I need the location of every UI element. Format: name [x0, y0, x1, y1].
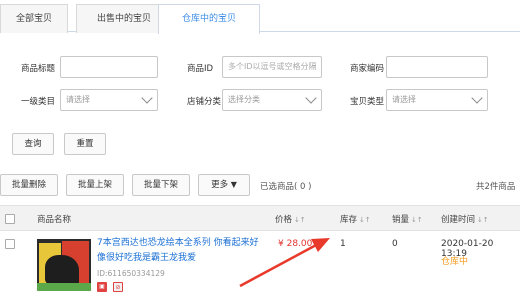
- annotation-arrow-icon: [239, 238, 330, 288]
